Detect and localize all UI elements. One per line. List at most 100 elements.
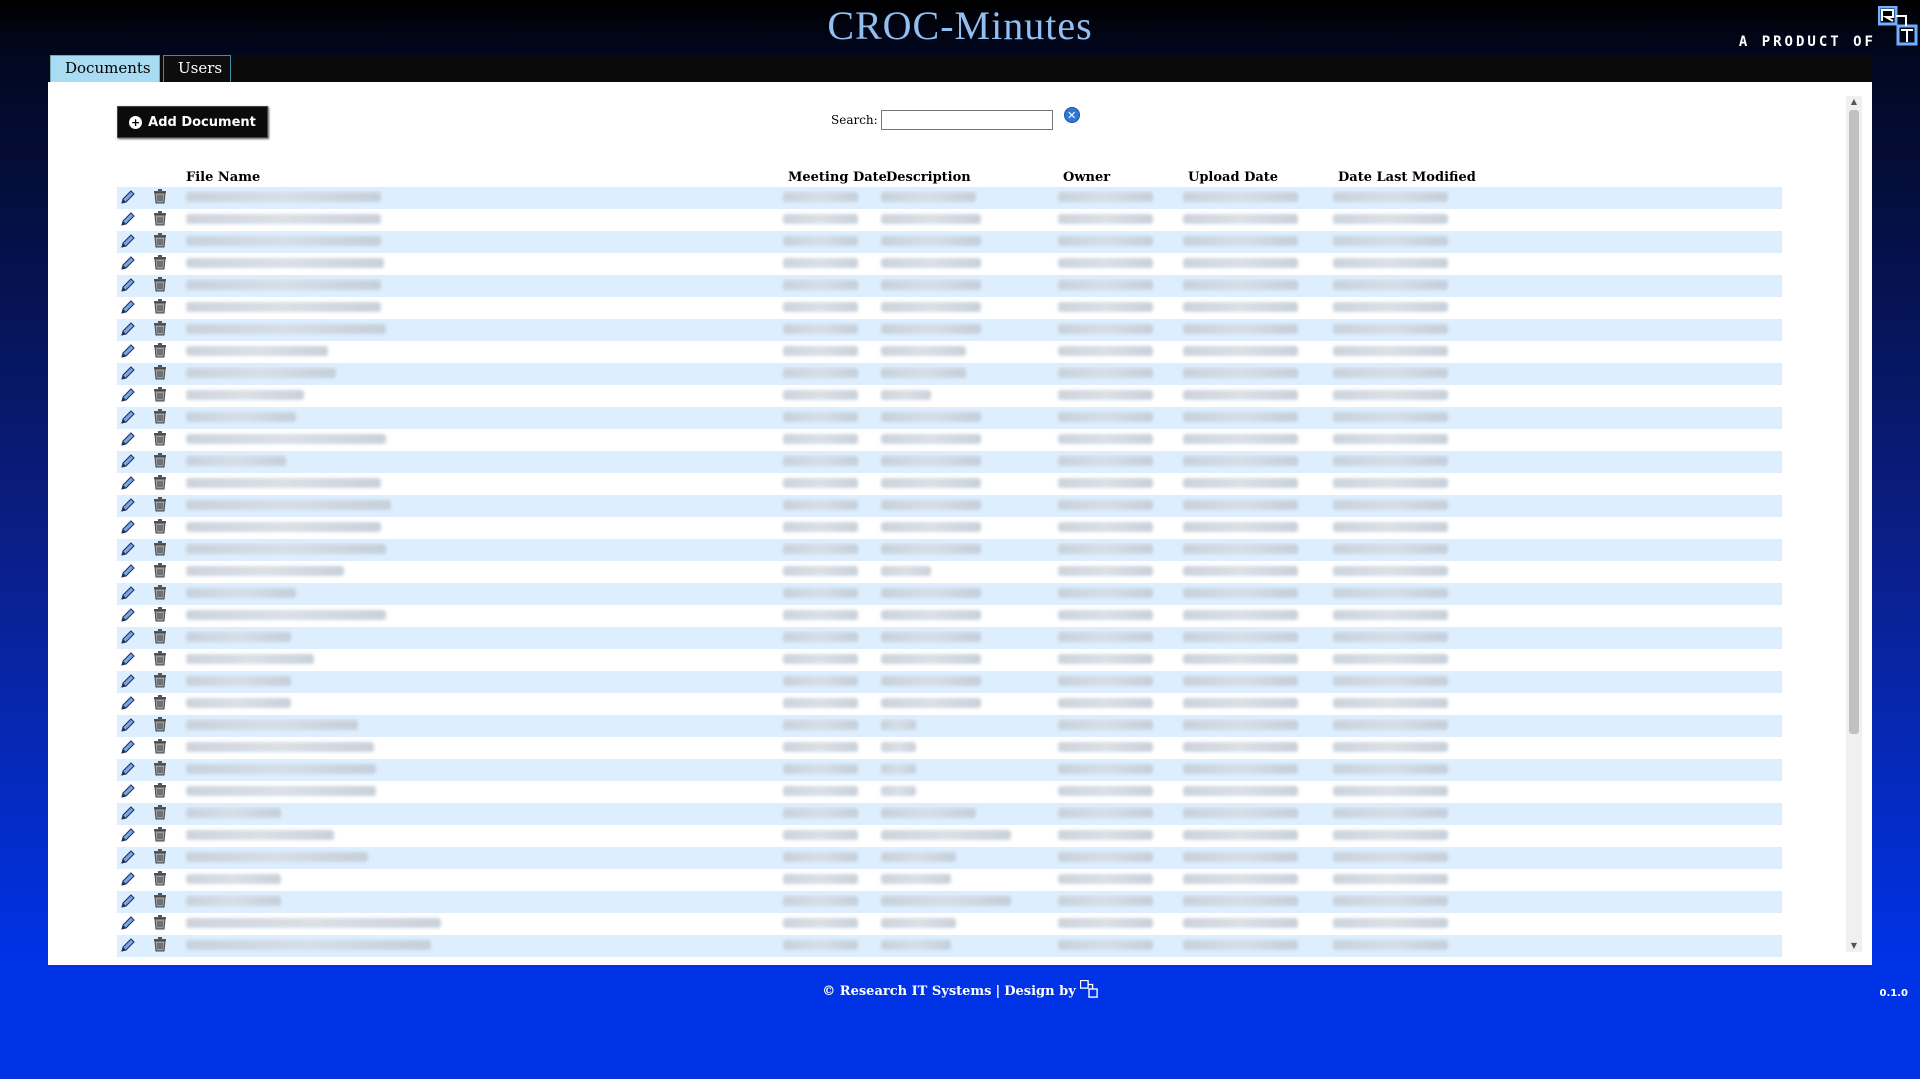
table-row[interactable] [117, 693, 1782, 715]
edit-pencil-icon[interactable] [120, 365, 136, 385]
file-name-cell[interactable] [186, 478, 381, 488]
scroll-down-arrow-icon[interactable]: ▼ [1846, 940, 1862, 952]
table-row[interactable] [117, 275, 1782, 297]
edit-pencil-icon[interactable] [120, 585, 136, 605]
edit-pencil-icon[interactable] [120, 431, 136, 451]
table-row[interactable] [117, 825, 1782, 847]
delete-trash-icon[interactable] [153, 893, 167, 912]
tab-documents[interactable]: Documents [50, 55, 160, 82]
table-row[interactable] [117, 759, 1782, 781]
edit-pencil-icon[interactable] [120, 827, 136, 847]
delete-trash-icon[interactable] [153, 343, 167, 362]
delete-trash-icon[interactable] [153, 321, 167, 340]
file-name-cell[interactable] [186, 390, 304, 400]
table-row[interactable] [117, 209, 1782, 231]
edit-pencil-icon[interactable] [120, 255, 136, 275]
edit-pencil-icon[interactable] [120, 849, 136, 869]
file-name-cell[interactable] [186, 654, 314, 664]
table-row[interactable] [117, 539, 1782, 561]
delete-trash-icon[interactable] [153, 673, 167, 692]
edit-pencil-icon[interactable] [120, 893, 136, 913]
delete-trash-icon[interactable] [153, 255, 167, 274]
edit-pencil-icon[interactable] [120, 871, 136, 891]
scroll-thumb[interactable] [1849, 110, 1859, 734]
file-name-cell[interactable] [186, 764, 376, 774]
delete-trash-icon[interactable] [153, 541, 167, 560]
delete-trash-icon[interactable] [153, 409, 167, 428]
delete-trash-icon[interactable] [153, 453, 167, 472]
file-name-cell[interactable] [186, 280, 381, 290]
edit-pencil-icon[interactable] [120, 343, 136, 363]
delete-trash-icon[interactable] [153, 915, 167, 934]
column-file-name[interactable]: File Name [186, 170, 260, 185]
file-name-cell[interactable] [186, 808, 281, 818]
file-name-cell[interactable] [186, 258, 384, 268]
file-name-cell[interactable] [186, 368, 336, 378]
table-row[interactable] [117, 649, 1782, 671]
edit-pencil-icon[interactable] [120, 937, 136, 957]
edit-pencil-icon[interactable] [120, 519, 136, 539]
table-row[interactable] [117, 429, 1782, 451]
table-row[interactable] [117, 231, 1782, 253]
add-document-button[interactable]: + Add Document [117, 106, 268, 138]
file-name-cell[interactable] [186, 412, 296, 422]
edit-pencil-icon[interactable] [120, 695, 136, 715]
file-name-cell[interactable] [186, 214, 381, 224]
delete-trash-icon[interactable] [153, 651, 167, 670]
delete-trash-icon[interactable] [153, 695, 167, 714]
column-owner[interactable]: Owner [1063, 170, 1110, 185]
edit-pencil-icon[interactable] [120, 805, 136, 825]
delete-trash-icon[interactable] [153, 277, 167, 296]
table-row[interactable] [117, 583, 1782, 605]
delete-trash-icon[interactable] [153, 497, 167, 516]
table-row[interactable] [117, 407, 1782, 429]
edit-pencil-icon[interactable] [120, 541, 136, 561]
edit-pencil-icon[interactable] [120, 607, 136, 627]
file-name-cell[interactable] [186, 720, 358, 730]
table-row[interactable] [117, 803, 1782, 825]
file-name-cell[interactable] [186, 742, 374, 752]
table-row[interactable] [117, 561, 1782, 583]
table-row[interactable] [117, 253, 1782, 275]
file-name-cell[interactable] [186, 896, 281, 906]
table-row[interactable] [117, 297, 1782, 319]
table-row[interactable] [117, 187, 1782, 209]
table-row[interactable] [117, 451, 1782, 473]
delete-trash-icon[interactable] [153, 761, 167, 780]
file-name-cell[interactable] [186, 632, 291, 642]
edit-pencil-icon[interactable] [120, 409, 136, 429]
file-name-cell[interactable] [186, 786, 376, 796]
delete-trash-icon[interactable] [153, 827, 167, 846]
column-meeting-date[interactable]: Meeting Date [788, 170, 887, 185]
delete-trash-icon[interactable] [153, 387, 167, 406]
delete-trash-icon[interactable] [153, 299, 167, 318]
delete-trash-icon[interactable] [153, 871, 167, 890]
file-name-cell[interactable] [186, 192, 381, 202]
table-row[interactable] [117, 319, 1782, 341]
table-row[interactable] [117, 781, 1782, 803]
table-row[interactable] [117, 869, 1782, 891]
file-name-cell[interactable] [186, 940, 431, 950]
delete-trash-icon[interactable] [153, 849, 167, 868]
file-name-cell[interactable] [186, 918, 441, 928]
delete-trash-icon[interactable] [153, 475, 167, 494]
column-date-last-modified[interactable]: Date Last Modified [1338, 170, 1476, 185]
table-row[interactable] [117, 385, 1782, 407]
edit-pencil-icon[interactable] [120, 783, 136, 803]
file-name-cell[interactable] [186, 588, 296, 598]
edit-pencil-icon[interactable] [120, 497, 136, 517]
table-row[interactable] [117, 605, 1782, 627]
file-name-cell[interactable] [186, 698, 291, 708]
file-name-cell[interactable] [186, 566, 344, 576]
column-upload-date[interactable]: Upload Date [1188, 170, 1278, 185]
table-row[interactable] [117, 715, 1782, 737]
edit-pencil-icon[interactable] [120, 563, 136, 583]
file-name-cell[interactable] [186, 434, 386, 444]
edit-pencil-icon[interactable] [120, 299, 136, 319]
edit-pencil-icon[interactable] [120, 453, 136, 473]
file-name-cell[interactable] [186, 676, 291, 686]
delete-trash-icon[interactable] [153, 519, 167, 538]
edit-pencil-icon[interactable] [120, 211, 136, 231]
file-name-cell[interactable] [186, 456, 286, 466]
table-row[interactable] [117, 935, 1782, 957]
